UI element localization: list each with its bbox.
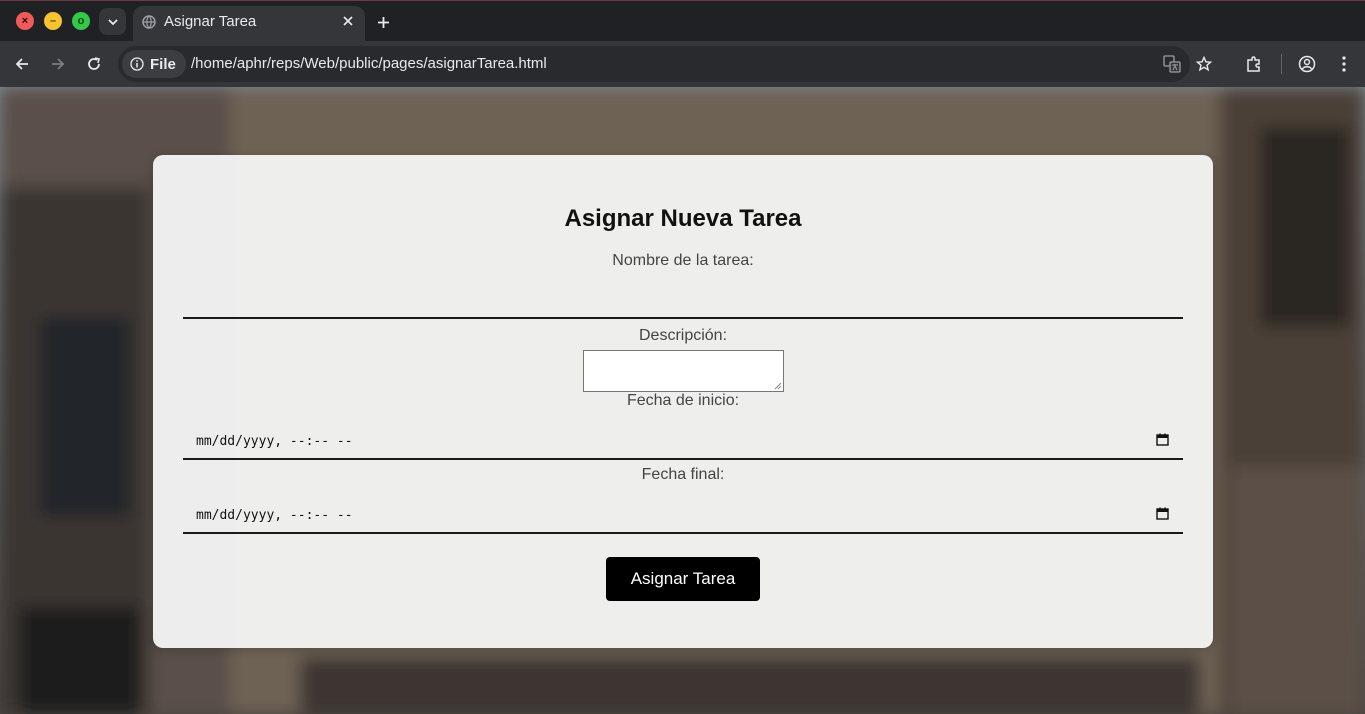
assign-task-card: Asignar Nueva Tarea Nombre de la tarea: … xyxy=(153,155,1213,648)
tab-active[interactable]: Asignar Tarea xyxy=(133,6,365,42)
url-text[interactable]: /home/aphr/reps/Web/public/pages/asignar… xyxy=(191,55,547,72)
page-viewport: Asignar Nueva Tarea Nombre de la tarea: … xyxy=(0,87,1365,714)
close-icon xyxy=(343,16,353,26)
tab-title: Asignar Tarea xyxy=(164,13,257,30)
site-info-chip[interactable]: File xyxy=(122,50,186,78)
start-date-label: Fecha de inicio: xyxy=(626,392,740,409)
tab-close-button[interactable] xyxy=(339,12,357,30)
translate-icon xyxy=(1163,55,1181,73)
task-name-label: Nombre de la tarea: xyxy=(612,252,754,269)
assign-task-button[interactable]: Asignar Tarea xyxy=(606,557,760,601)
translate-button[interactable] xyxy=(1161,53,1183,75)
reload-icon xyxy=(88,57,100,70)
end-date-input[interactable]: mm/dd/yyyy, --:-- -- xyxy=(183,494,1183,534)
end-date-label: Fecha final: xyxy=(641,466,725,483)
info-icon xyxy=(130,57,144,71)
profile-icon xyxy=(1298,55,1316,73)
new-tab-button[interactable] xyxy=(372,11,394,33)
page-title: Asignar Nueva Tarea xyxy=(564,205,802,232)
reload-button[interactable] xyxy=(83,53,105,75)
extensions-button[interactable] xyxy=(1243,53,1265,75)
forward-button[interactable] xyxy=(47,53,69,75)
window-close-button[interactable]: × xyxy=(16,12,34,30)
bookmark-button[interactable] xyxy=(1193,53,1215,75)
back-icon xyxy=(15,58,28,70)
site-chip-label: File xyxy=(150,55,176,73)
calendar-icon[interactable] xyxy=(1156,433,1169,446)
description-label: Descripción: xyxy=(638,327,728,344)
forward-icon xyxy=(52,58,65,70)
window-maximize-button[interactable]: o xyxy=(72,12,90,30)
menu-icon xyxy=(1342,56,1346,72)
start-date-value: mm/dd/yyyy, --:-- -- xyxy=(196,434,353,449)
toolbar-separator xyxy=(1281,54,1282,74)
address-bar[interactable]: File /home/aphr/reps/Web/public/pages/as… xyxy=(118,46,1190,82)
calendar-icon[interactable] xyxy=(1156,507,1169,520)
task-name-input[interactable] xyxy=(183,279,1183,319)
chevron-down-icon xyxy=(107,18,118,25)
start-date-input[interactable]: mm/dd/yyyy, --:-- -- xyxy=(183,420,1183,460)
plus-icon xyxy=(377,16,389,28)
profile-button[interactable] xyxy=(1296,53,1318,75)
browser-menu-button[interactable] xyxy=(1333,53,1355,75)
window-minimize-button[interactable]: – xyxy=(44,12,62,30)
description-textarea[interactable] xyxy=(583,350,784,392)
back-button[interactable] xyxy=(11,53,33,75)
globe-icon xyxy=(142,15,156,29)
tab-search-button[interactable] xyxy=(99,8,126,35)
star-icon xyxy=(1196,56,1212,72)
end-date-value: mm/dd/yyyy, --:-- -- xyxy=(196,508,353,523)
extensions-icon xyxy=(1247,56,1260,72)
tab-strip: × – o Asignar Tarea xyxy=(0,0,1365,42)
resize-handle-icon[interactable] xyxy=(774,382,782,390)
browser-toolbar: File /home/aphr/reps/Web/public/pages/as… xyxy=(0,41,1365,87)
